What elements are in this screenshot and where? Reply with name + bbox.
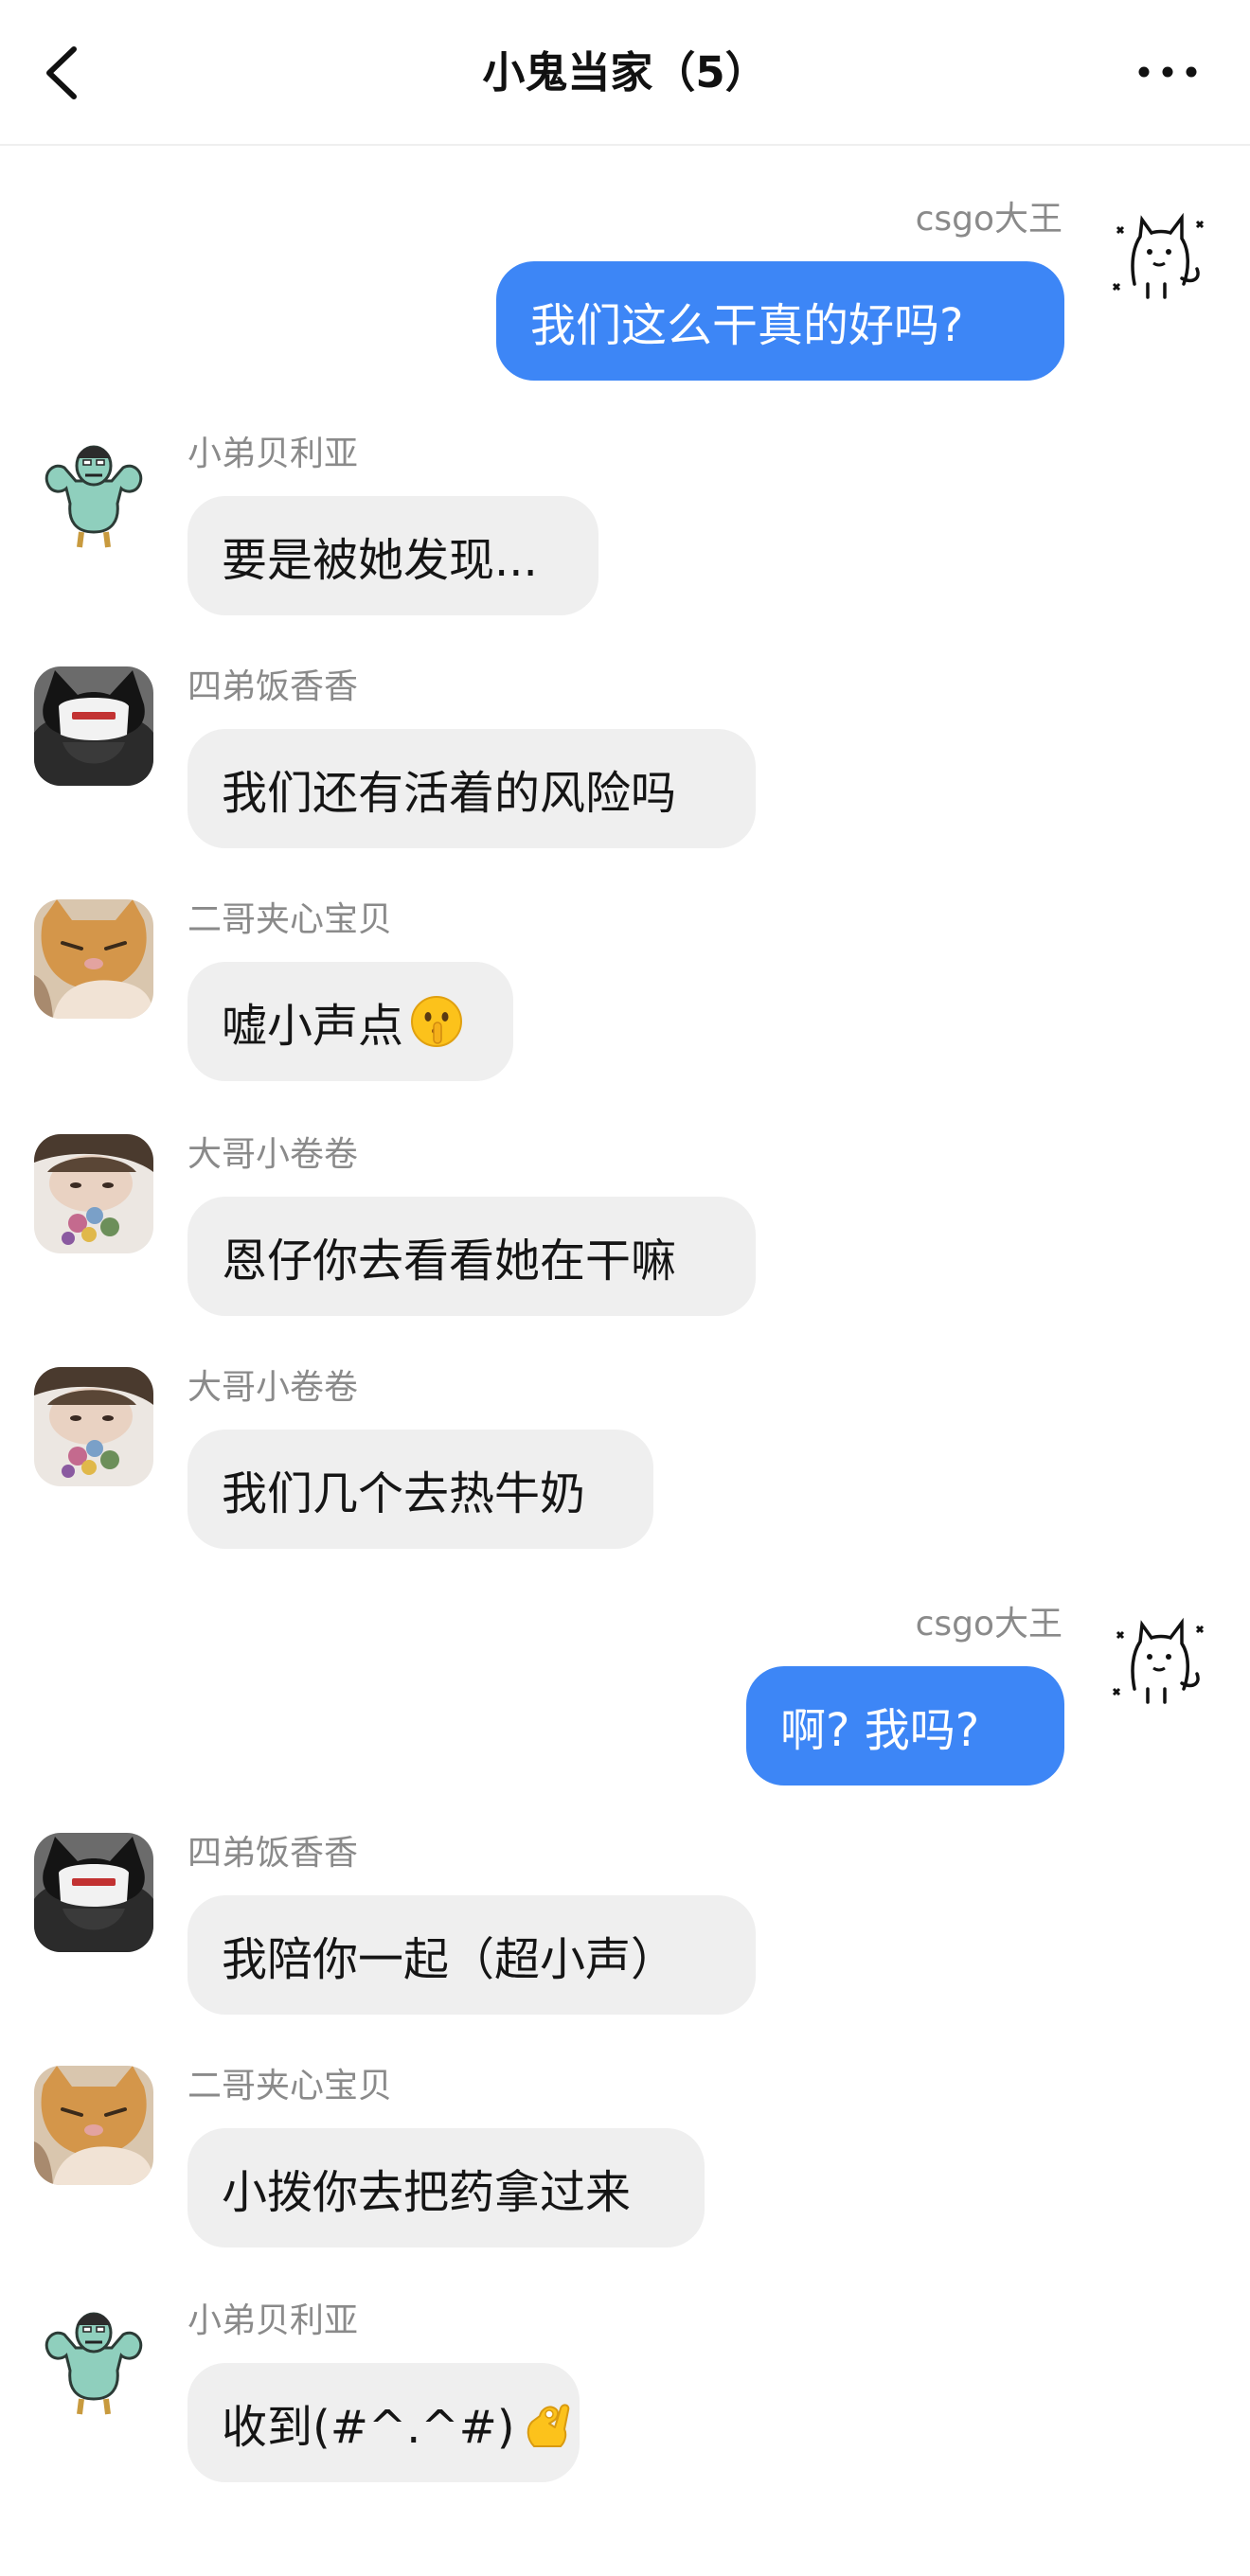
message-text: 我们几个去热牛奶 (222, 1467, 586, 1520)
message-bubble-outgoing[interactable]: 我们这么干真的好吗? (496, 261, 1064, 381)
doodle-cat-avatar[interactable] (1098, 199, 1218, 318)
message-text: 我们这么干真的好吗? (530, 299, 964, 352)
message-bubble-incoming[interactable]: 要是被她发现... (188, 496, 598, 615)
sender-name: csgo大王 (915, 200, 1062, 239)
sender-name: 四弟饭香香 (188, 1834, 359, 1873)
message-bubble-incoming[interactable]: 小拨你去把药拿过来 (188, 2128, 705, 2247)
more-options-button[interactable] (1134, 53, 1201, 91)
ok-hand-emoji (521, 2395, 576, 2450)
chat-header: 小鬼当家（5） (0, 0, 1250, 146)
sender-name: 二哥夹心宝贝 (188, 2067, 393, 2105)
message-text: 小拨你去把药拿过来 (222, 2166, 632, 2219)
message-bubble-incoming[interactable]: 恩仔你去看看她在干嘛 (188, 1197, 756, 1316)
orange-cat-avatar[interactable] (34, 899, 153, 1019)
cat-ear-cap-avatar[interactable] (34, 666, 153, 786)
girl-flowers-avatar[interactable] (34, 1134, 153, 1253)
message-bubble-incoming[interactable]: 我们还有活着的风险吗 (188, 729, 756, 848)
message-text: 要是被她发现... (222, 534, 538, 587)
message-bubble-incoming[interactable]: 嘘小声点 (188, 962, 513, 1081)
message-bubble-incoming[interactable]: 我们几个去热牛奶 (188, 1430, 653, 1549)
message-text: 啊? 我吗? (780, 1704, 980, 1757)
doodle-cat-avatar[interactable] (1098, 1604, 1218, 1723)
sender-name: 四弟饭香香 (188, 667, 359, 706)
girl-flowers-avatar[interactable] (34, 1367, 153, 1486)
message-text: 收到(#^.^#) (222, 2401, 515, 2454)
message-bubble-incoming[interactable]: 收到(#^.^#) (188, 2363, 580, 2482)
sender-name: 小弟贝利亚 (188, 435, 359, 473)
sender-name: 大哥小卷卷 (188, 1135, 359, 1174)
muscle-cartoon-avatar[interactable] (34, 434, 153, 553)
ellipsis-icon (1138, 66, 1197, 78)
sender-name: 小弟贝利亚 (188, 2301, 359, 2340)
sender-name: 大哥小卷卷 (188, 1368, 359, 1407)
message-text: 我陪你一起（超小声） (222, 1933, 677, 1986)
message-text: 我们还有活着的风险吗 (222, 767, 677, 820)
chevron-left-icon (46, 46, 77, 99)
muscle-cartoon-avatar[interactable] (34, 2301, 153, 2420)
message-bubble-outgoing[interactable]: 啊? 我吗? (746, 1666, 1064, 1785)
shushing-face-emoji (409, 994, 464, 1049)
back-button[interactable] (36, 42, 93, 104)
message-text: 嘘小声点 (222, 1000, 404, 1053)
sender-name: 二哥夹心宝贝 (188, 900, 393, 939)
sender-name: csgo大王 (915, 1605, 1062, 1643)
page-title: 小鬼当家（5） (482, 47, 768, 98)
message-text: 恩仔你去看看她在干嘛 (222, 1235, 677, 1288)
cat-ear-cap-avatar[interactable] (34, 1833, 153, 1952)
message-bubble-incoming[interactable]: 我陪你一起（超小声） (188, 1895, 756, 2015)
orange-cat-avatar[interactable] (34, 2066, 153, 2185)
